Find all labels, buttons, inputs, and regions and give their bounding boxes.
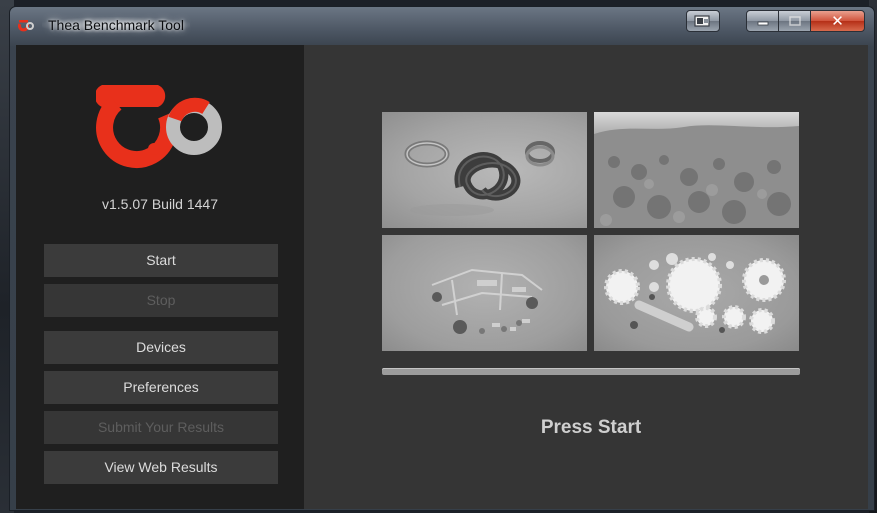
version-label: v1.5.07 Build 1447	[102, 196, 218, 212]
minimize-icon	[757, 21, 768, 26]
submit-results-button[interactable]: Submit Your Results	[44, 411, 278, 444]
maximize-button[interactable]	[778, 10, 811, 32]
window-title: Thea Benchmark Tool	[42, 17, 190, 33]
scene-thumbnail-terrain	[594, 112, 799, 228]
client-area: v1.5.07 Build 1447 Start Stop Devices Pr…	[16, 45, 868, 509]
view-web-results-button[interactable]: View Web Results	[44, 451, 278, 484]
maximize-icon	[788, 16, 801, 26]
status-label: Press Start	[540, 417, 642, 438]
snap-window-button[interactable]	[686, 10, 720, 32]
stop-button[interactable]: Stop	[44, 284, 278, 317]
sidebar: v1.5.07 Build 1447 Start Stop Devices Pr…	[16, 45, 304, 509]
preferences-button[interactable]: Preferences	[44, 371, 278, 404]
main-panel: Press Start	[304, 45, 868, 509]
title-bar[interactable]: Thea Benchmark Tool ✕	[10, 7, 874, 45]
scene-thumbnail-gears	[594, 235, 799, 351]
minimize-button[interactable]	[746, 10, 779, 32]
devices-button[interactable]: Devices	[44, 331, 278, 364]
benchmark-progress-bar	[382, 368, 800, 375]
close-button[interactable]: ✕	[810, 10, 865, 32]
snap-window-icon	[694, 15, 710, 27]
thea-logo-icon	[18, 20, 34, 32]
scene-thumbnail-knot	[382, 112, 587, 228]
close-icon: ✕	[831, 11, 844, 30]
scene-thumbnail-rover	[382, 235, 587, 351]
app-window: Thea Benchmark Tool ✕ v1.5.07 Build 1447…	[9, 6, 875, 511]
thea-logo	[96, 85, 222, 168]
start-button[interactable]: Start	[44, 244, 278, 277]
